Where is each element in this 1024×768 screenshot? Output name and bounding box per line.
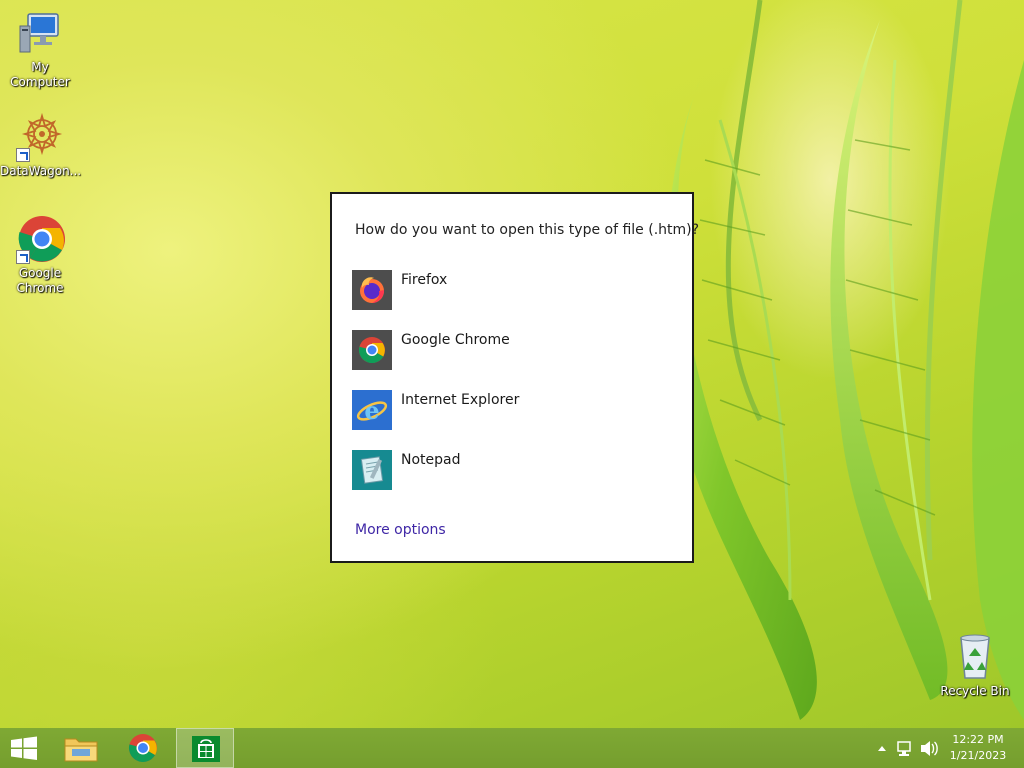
taskbar: 12:22 PM 1/21/2023 <box>0 728 1024 768</box>
open-with-dialog: How do you want to open this type of fil… <box>330 192 699 563</box>
system-tray <box>868 728 948 768</box>
taskbar-clock[interactable]: 12:22 PM 1/21/2023 <box>948 732 1008 764</box>
svg-text:e: e <box>364 396 379 425</box>
shortcut-arrow-icon <box>16 250 30 264</box>
recycle-bin-icon <box>960 634 990 679</box>
shortcut-arrow-icon <box>16 148 30 162</box>
clock-time: 12:22 PM <box>952 733 1004 746</box>
notepad-icon <box>352 450 392 490</box>
volume-icon[interactable] <box>918 728 940 768</box>
app-option-notepad[interactable]: Notepad <box>352 450 672 494</box>
more-options-link[interactable]: More options <box>355 522 446 538</box>
dialog-title: How do you want to open this type of fil… <box>355 222 700 238</box>
app-option-label: Internet Explorer <box>401 392 520 408</box>
desktop-icon-my-computer[interactable]: My Computer <box>0 8 80 90</box>
taskbar-chrome-button[interactable] <box>114 728 172 768</box>
clock-date: 1/21/2023 <box>949 749 1007 762</box>
desktop-icon-label: My Computer <box>10 60 70 89</box>
firefox-icon <box>352 270 392 310</box>
desktop-icon-recycle-bin[interactable]: Recycle Bin <box>935 632 1015 699</box>
store-icon <box>192 736 220 762</box>
app-option-google-chrome[interactable]: Google Chrome <box>352 330 672 374</box>
folder-icon <box>64 738 98 762</box>
desktop-icon-google-chrome[interactable]: Google Chrome <box>0 214 80 296</box>
app-option-label: Google Chrome <box>401 332 510 348</box>
show-hidden-icons-icon[interactable] <box>872 728 892 768</box>
computer-icon <box>19 13 59 53</box>
chrome-icon <box>352 330 392 370</box>
chrome-icon <box>128 734 157 762</box>
desktop-icon-datawagon[interactable]: DataWagon... <box>0 112 82 179</box>
app-option-label: Notepad <box>401 452 461 468</box>
desktop-icon-label: Google Chrome <box>16 266 64 295</box>
app-option-firefox[interactable]: Firefox <box>352 270 672 314</box>
start-button[interactable] <box>0 728 48 768</box>
taskbar-store-button[interactable] <box>176 728 234 768</box>
windows-logo-icon <box>11 736 37 760</box>
taskbar-file-explorer-button[interactable] <box>52 728 110 768</box>
app-option-internet-explorer[interactable]: e Internet Explorer <box>352 390 672 434</box>
app-option-label: Firefox <box>401 272 448 288</box>
internet-explorer-icon: e <box>352 390 392 430</box>
desktop-icon-label: DataWagon... <box>0 164 82 178</box>
network-icon[interactable] <box>894 728 916 768</box>
desktop-icon-label: Recycle Bin <box>940 684 1010 698</box>
